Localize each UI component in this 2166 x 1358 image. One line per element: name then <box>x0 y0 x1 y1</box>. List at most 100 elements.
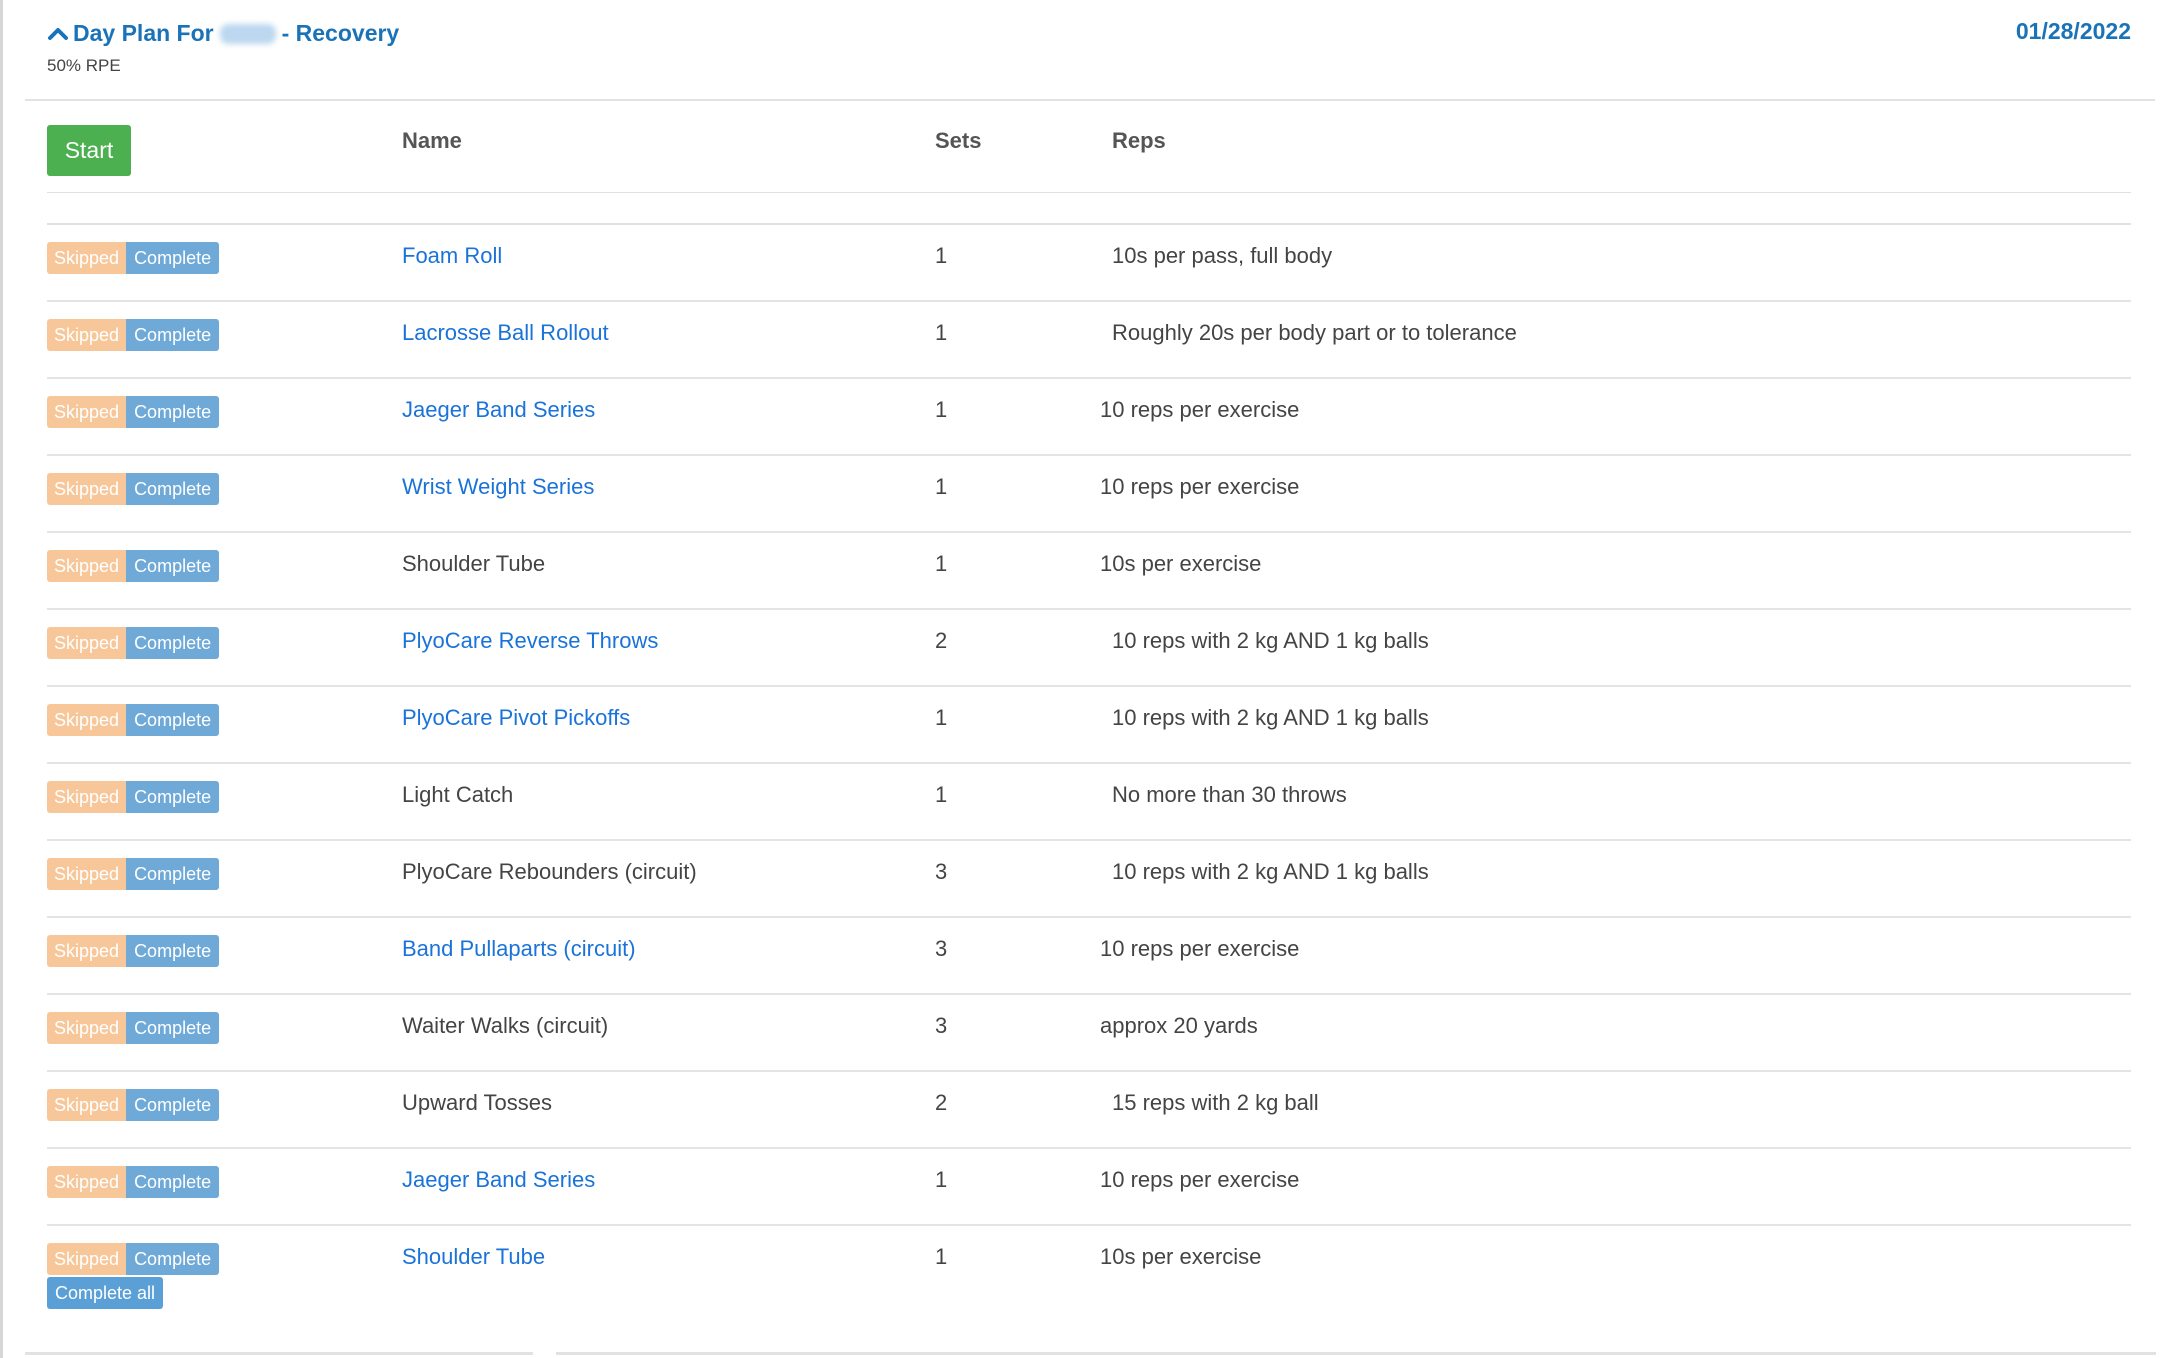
skipped-button[interactable]: Skipped <box>47 704 127 736</box>
exercise-name-link[interactable]: Foam Roll <box>402 243 502 269</box>
exercise-row: Skipped Complete Foam Roll 1 10s per pass, f… <box>47 225 2131 302</box>
plan-date: 01/28/2022 <box>2015 18 2131 44</box>
exercise-row: Skipped Complete Light Catch 1 No more than … <box>47 764 2131 841</box>
exercise-sets: 3 <box>935 1013 948 1038</box>
skipped-button[interactable]: Skipped <box>47 473 127 505</box>
exercise-name-link[interactable]: Band Pullaparts (circuit) <box>402 936 636 962</box>
status-toggle: Skipped Complete <box>47 935 220 967</box>
complete-button[interactable]: Complete <box>126 319 220 351</box>
day-plan-panel: Day Plan For - Recovery 50% RPE 01/28/202… <box>0 0 2166 1358</box>
exercise-sets: 2 <box>935 628 948 653</box>
exercise-sets: 3 <box>935 859 948 884</box>
skipped-button[interactable]: Skipped <box>47 627 127 659</box>
skipped-button[interactable]: Skipped <box>47 1166 127 1198</box>
exercise-reps: No more than 30 throws <box>1112 782 1347 807</box>
exercise-row: Skipped Complete Shoulder Tube 1 10s per exe… <box>47 533 2131 610</box>
exercise-reps: 15 reps with 2 kg ball <box>1112 1090 1319 1115</box>
exercise-reps: 10s per exercise <box>1100 551 1262 576</box>
complete-button[interactable]: Complete <box>126 1012 220 1044</box>
footer-divider-right <box>556 1352 2156 1355</box>
exercise-row: Skipped Complete PlyoCare Pivot Pickoffs 1 1… <box>47 687 2131 764</box>
complete-button[interactable]: Complete <box>126 242 220 274</box>
skipped-button[interactable]: Skipped <box>47 396 127 428</box>
exercise-sets: 1 <box>935 1244 948 1269</box>
status-toggle: Skipped Complete <box>47 858 220 890</box>
exercise-name: PlyoCare Rebounders (circuit) <box>402 859 697 884</box>
skipped-button[interactable]: Skipped <box>47 935 127 967</box>
exercise-reps: 10 reps with 2 kg AND 1 kg balls <box>1112 859 1429 884</box>
skipped-button[interactable]: Skipped <box>47 550 127 582</box>
complete-button[interactable]: Complete <box>126 858 220 890</box>
status-toggle: Skipped Complete <box>47 1089 220 1121</box>
exercise-sets: 1 <box>935 1167 948 1192</box>
complete-button[interactable]: Complete <box>126 473 220 505</box>
complete-button[interactable]: Complete <box>126 1089 220 1121</box>
exercise-sets: 1 <box>935 782 948 807</box>
exercise-sets: 3 <box>935 936 948 961</box>
chevron-up-icon[interactable] <box>47 24 69 42</box>
exercise-sets: 1 <box>935 474 948 499</box>
exercise-row: Skipped Complete Waiter Walks (circuit) 3 ap… <box>47 995 2131 1072</box>
exercise-name-link[interactable]: PlyoCare Reverse Throws <box>402 628 658 654</box>
complete-button[interactable]: Complete <box>126 550 220 582</box>
exercise-reps: 10 reps with 2 kg AND 1 kg balls <box>1112 705 1429 730</box>
complete-button[interactable]: Complete <box>126 396 220 428</box>
exercise-name: Shoulder Tube <box>402 551 546 576</box>
skipped-button[interactable]: Skipped <box>47 858 127 890</box>
exercise-name-link[interactable]: PlyoCare Pivot Pickoffs <box>402 705 630 731</box>
table-header: Start Name Sets Reps <box>47 122 2131 193</box>
skipped-button[interactable]: Skipped <box>47 1243 127 1275</box>
exercise-sets: 1 <box>935 397 948 422</box>
exercise-row: Skipped Complete PlyoCare Reverse Throws 2 1… <box>47 610 2131 687</box>
skipped-button[interactable]: Skipped <box>47 319 127 351</box>
start-button[interactable]: Start <box>47 125 131 176</box>
plan-title-row[interactable]: Day Plan For - Recovery <box>47 18 2131 48</box>
skipped-button[interactable]: Skipped <box>47 1089 127 1121</box>
exercise-name-link[interactable]: Lacrosse Ball Rollout <box>402 320 609 346</box>
status-toggle: Skipped Complete <box>47 550 220 582</box>
exercise-name-link[interactable]: Jaeger Band Series <box>402 1167 595 1193</box>
exercise-list: Skipped Complete Foam Roll 1 10s per pass, f… <box>47 225 2131 1301</box>
exercise-name-link[interactable]: Shoulder Tube <box>402 1244 545 1270</box>
complete-button[interactable]: Complete <box>126 1166 220 1198</box>
exercise-reps: approx 20 yards <box>1100 1013 1258 1038</box>
complete-button[interactable]: Complete <box>126 1243 220 1275</box>
exercise-name-link[interactable]: Jaeger Band Series <box>402 397 595 423</box>
skipped-button[interactable]: Skipped <box>47 242 127 274</box>
exercise-row: Skipped Complete Jaeger Band Series 1 10 rep… <box>47 1149 2131 1226</box>
complete-button[interactable]: Complete <box>126 627 220 659</box>
exercise-row: Skipped Complete Lacrosse Ball Rollout 1 Rou… <box>47 302 2131 379</box>
exercise-reps: 10 reps per exercise <box>1100 1167 1300 1192</box>
status-toggle: Skipped Complete <box>47 1166 220 1198</box>
status-toggle: Skipped Complete <box>47 319 220 351</box>
exercise-name: Waiter Walks (circuit) <box>402 1013 609 1038</box>
plan-title: Day Plan For - Recovery <box>73 20 399 47</box>
exercise-sets: 1 <box>935 705 948 730</box>
column-header-name: Name <box>402 128 462 153</box>
complete-all-button[interactable]: Complete all <box>47 1277 164 1309</box>
status-toggle: Skipped Complete <box>47 1012 220 1044</box>
status-toggle: Skipped Complete <box>47 627 220 659</box>
exercise-name-link[interactable]: Wrist Weight Series <box>402 474 594 500</box>
skipped-button[interactable]: Skipped <box>47 1012 127 1044</box>
header-divider <box>25 99 2155 101</box>
exercise-row: Skipped Complete Wrist Weight Series 1 10 re… <box>47 456 2131 533</box>
complete-button[interactable]: Complete <box>126 704 220 736</box>
status-toggle: Skipped Complete <box>47 473 220 505</box>
skipped-button[interactable]: Skipped <box>47 781 127 813</box>
exercise-row: Skipped Complete Band Pullaparts (circuit)… <box>47 918 2131 995</box>
plan-intensity: 50% RPE <box>47 56 121 75</box>
exercise-row: Skipped Complete Upward Tosses 2 15 reps wit… <box>47 1072 2131 1149</box>
column-header-sets: Sets <box>935 128 982 153</box>
plan-title-suffix: - Recovery <box>281 19 400 46</box>
exercise-sets: 2 <box>935 1090 948 1115</box>
status-toggle: Skipped Complete <box>47 1243 220 1275</box>
status-toggle: Skipped Complete <box>47 704 220 736</box>
complete-button[interactable]: Complete <box>126 781 220 813</box>
complete-button[interactable]: Complete <box>126 935 220 967</box>
plan-title-prefix: Day Plan For <box>73 19 214 46</box>
status-toggle: Skipped Complete <box>47 242 220 274</box>
exercise-sets: 1 <box>935 551 948 576</box>
left-border <box>0 0 3 1358</box>
exercise-reps: 10 reps per exercise <box>1100 936 1300 961</box>
